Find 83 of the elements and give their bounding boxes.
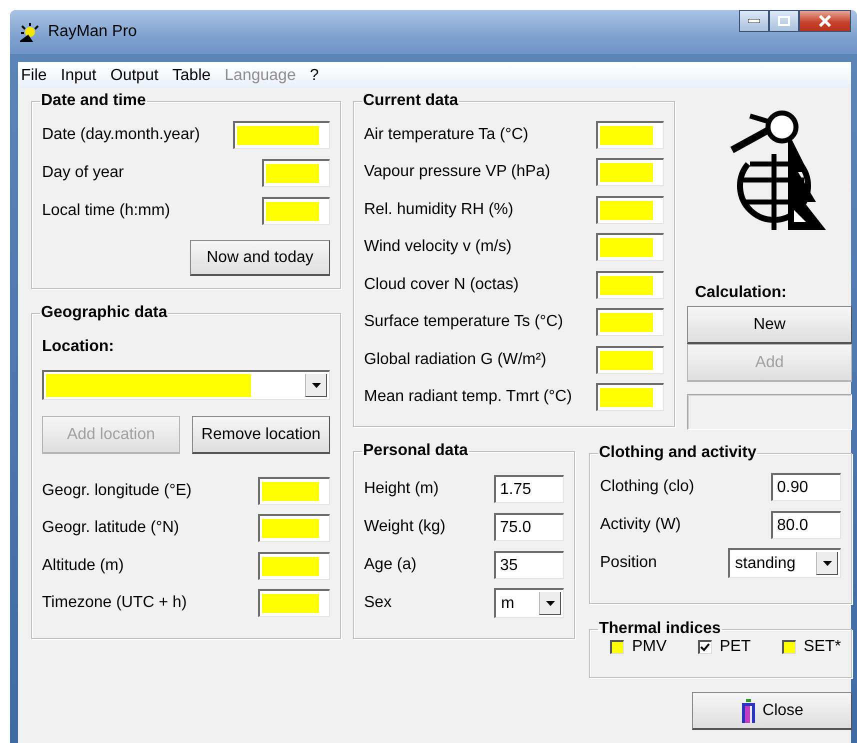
- input-field[interactable]: [258, 552, 330, 580]
- field-label: Position: [600, 554, 657, 572]
- field-label: Activity (W): [600, 516, 681, 534]
- checkbox-label: SET*: [804, 638, 841, 656]
- field-label: Cloud cover N (octas): [364, 276, 519, 294]
- dropdown[interactable]: standing: [728, 548, 841, 578]
- input-field[interactable]: [596, 346, 664, 374]
- group-title: Date and time: [40, 92, 147, 110]
- field-label: Geogr. latitude (°N): [42, 519, 180, 538]
- action-button[interactable]: New: [687, 306, 852, 344]
- field-label: Mean radiant temp. Tmrt (°C): [364, 388, 572, 406]
- input-field[interactable]: [596, 270, 664, 299]
- field-label: Weight (kg): [364, 518, 446, 536]
- check-icon: [700, 643, 710, 652]
- field-label: Air temperature Ta (°C): [364, 126, 528, 144]
- input-field[interactable]: 80.0: [771, 511, 841, 539]
- field-label: Height (m): [364, 480, 439, 498]
- input-field[interactable]: [596, 233, 664, 262]
- checkbox[interactable]: PET: [698, 638, 751, 656]
- maximize-button[interactable]: [769, 10, 799, 32]
- input-field[interactable]: 1.75: [494, 475, 564, 503]
- maximize-icon: [778, 16, 790, 26]
- dropdown[interactable]: [42, 370, 330, 400]
- group-title: Current data: [362, 92, 460, 110]
- caret-icon: [312, 382, 320, 388]
- input-field[interactable]: [258, 514, 330, 542]
- field-label: Altitude (m): [42, 556, 124, 575]
- minimize-icon: [748, 19, 760, 23]
- checkbox-label: PMV: [632, 638, 667, 656]
- field-label: Age (a): [364, 556, 416, 574]
- menu-item[interactable]: File: [21, 67, 47, 85]
- field-label: Rel. humidity RH (%): [364, 200, 514, 219]
- input-field[interactable]: [258, 476, 330, 505]
- window-title: RayMan Pro: [48, 23, 138, 41]
- group-title: Personal data: [362, 442, 469, 460]
- field-label: Surface temperature Ts (°C): [364, 313, 564, 332]
- input-field[interactable]: [262, 197, 330, 225]
- location-label: Location:: [42, 338, 115, 356]
- door-icon: [740, 698, 757, 722]
- group-title: Clothing and activity: [598, 444, 758, 462]
- field-label: Wind velocity v (m/s): [364, 238, 512, 256]
- menu-item[interactable]: Output: [110, 67, 158, 85]
- close-app-button[interactable]: Close: [692, 692, 852, 730]
- field-label: Sex: [364, 594, 392, 612]
- input-field[interactable]: [596, 308, 664, 336]
- caret-icon: [546, 600, 554, 606]
- field-label: Local time (h:mm): [42, 202, 170, 220]
- field-label: Date (day.month.year): [42, 126, 200, 144]
- field-label: Timezone (UTC + h): [42, 594, 187, 612]
- checkbox[interactable]: SET*: [782, 638, 841, 656]
- input-field[interactable]: 75.0: [494, 513, 564, 541]
- checkbox[interactable]: PMV: [610, 638, 667, 656]
- input-field[interactable]: [596, 383, 664, 412]
- minimize-button[interactable]: [739, 10, 769, 32]
- field-label: Global radiation G (W/m²): [364, 350, 546, 369]
- field-label: Geogr. longitude (°E): [42, 482, 192, 500]
- checkbox-box[interactable]: [610, 640, 624, 654]
- input-field[interactable]: 0.90: [771, 473, 841, 501]
- field-label: Clothing (clo): [600, 478, 694, 496]
- input-field[interactable]: 35: [494, 551, 564, 579]
- input-field[interactable]: [258, 589, 330, 618]
- action-button[interactable]: Remove location: [192, 416, 330, 454]
- checkbox-label: PET: [720, 638, 751, 656]
- field-label: Day of year: [42, 164, 124, 182]
- close-button[interactable]: [799, 10, 851, 32]
- input-field[interactable]: [596, 196, 664, 224]
- menu-item[interactable]: ?: [310, 67, 319, 85]
- dropdown[interactable]: m: [494, 588, 564, 618]
- field-label: Vapour pressure VP (hPa): [364, 163, 550, 182]
- calculation-label: Calculation:: [695, 284, 788, 302]
- menu-item[interactable]: Table: [172, 67, 211, 85]
- input-field[interactable]: [596, 120, 664, 149]
- menu-item[interactable]: Input: [60, 67, 96, 85]
- group-title: Thermal indices: [598, 620, 722, 638]
- checkbox-box[interactable]: [782, 640, 796, 654]
- input-field[interactable]: [596, 158, 664, 186]
- action-button[interactable]: Now and today: [190, 240, 330, 276]
- checkbox-box[interactable]: [698, 640, 712, 654]
- input-field[interactable]: [233, 121, 330, 149]
- caret-icon: [822, 560, 832, 566]
- group-title: Geographic data: [40, 304, 168, 322]
- close-icon: [818, 15, 832, 27]
- input-field[interactable]: [262, 159, 330, 187]
